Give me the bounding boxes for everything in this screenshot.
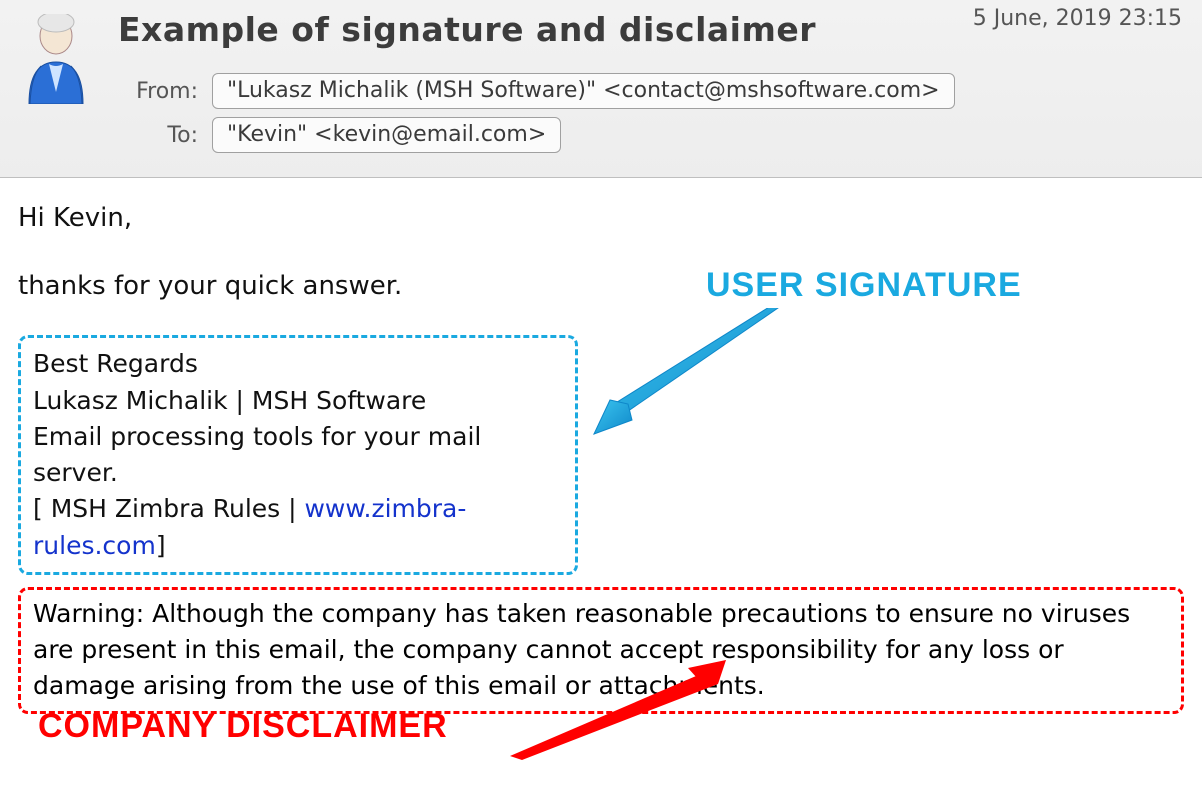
signature-line-name: Lukasz Michalik | MSH Software <box>33 383 563 419</box>
annotation-signature-label: USER SIGNATURE <box>706 266 1022 305</box>
avatar <box>18 10 94 161</box>
from-label: From: <box>118 79 212 104</box>
to-address-pill[interactable]: "Kevin" <kevin@email.com> <box>212 117 561 153</box>
to-label: To: <box>118 123 212 148</box>
user-signature-box: Best Regards Lukasz Michalik | MSH Softw… <box>18 335 578 575</box>
greeting-line: Hi Kevin, <box>18 200 1184 238</box>
signature-product-prefix: [ MSH Zimbra Rules | <box>33 494 304 523</box>
signature-line-regards: Best Regards <box>33 346 563 382</box>
annotation-disclaimer-label: COMPANY DISCLAIMER <box>38 707 448 746</box>
signature-line-product: [ MSH Zimbra Rules | www.zimbra-rules.co… <box>33 491 563 564</box>
from-address-pill[interactable]: "Lukasz Michalik (MSH Software)" <contac… <box>212 73 955 109</box>
arrow-icon <box>510 660 730 760</box>
to-row: To: "Kevin" <kevin@email.com> <box>118 117 1184 153</box>
arrow-icon <box>588 308 788 438</box>
from-row: From: "Lukasz Michalik (MSH Software)" <… <box>118 73 1184 109</box>
email-date: 5 June, 2019 23:15 <box>973 6 1182 31</box>
signature-line-tagline: Email processing tools for your mail ser… <box>33 419 563 492</box>
email-header: 5 June, 2019 23:15 Example of signature … <box>0 0 1202 178</box>
person-avatar-icon <box>21 14 91 104</box>
signature-product-suffix: ] <box>156 531 166 560</box>
